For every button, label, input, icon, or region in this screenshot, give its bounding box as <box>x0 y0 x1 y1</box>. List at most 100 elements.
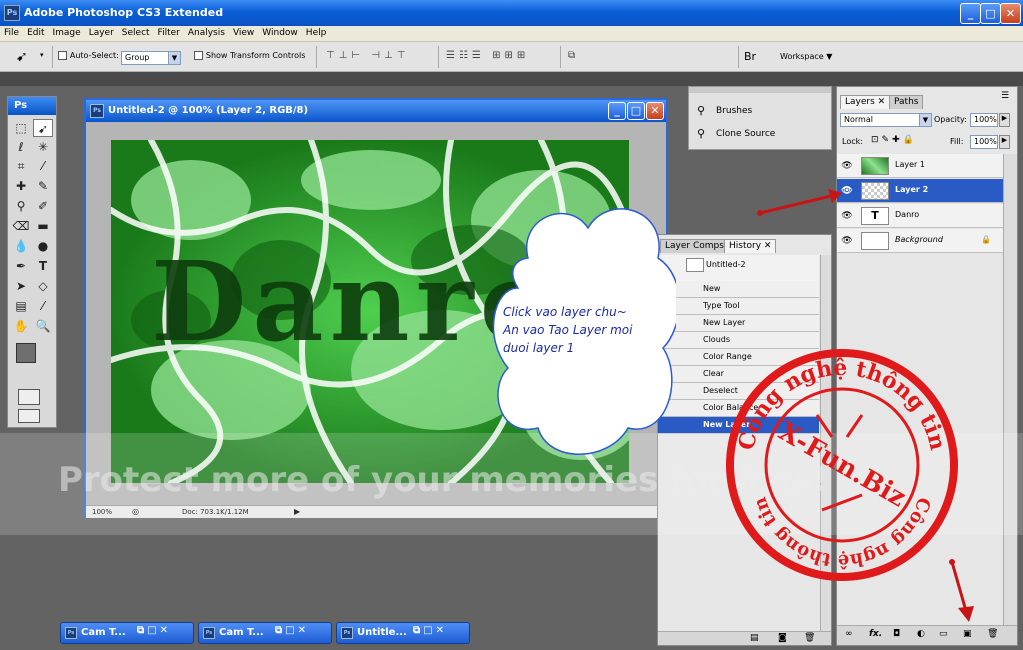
history-brush-icon[interactable]: ✐ <box>33 197 53 215</box>
taskbar-window-controls[interactable]: ⧉□✕ <box>413 625 447 636</box>
taskbar-window-controls[interactable]: ⧉□✕ <box>275 625 309 636</box>
brush-tool-icon[interactable]: ✎ <box>33 177 53 195</box>
lock-icons[interactable]: ⊡✎✚🔒 <box>871 135 917 145</box>
panel-menu-icon[interactable]: ☰ <box>1001 91 1009 101</box>
menu-analysis[interactable]: Analysis <box>184 26 229 38</box>
stamp-logo: Công nghệ thông tin Công nghệ thông tin … <box>726 349 958 581</box>
tab-paths[interactable]: Paths <box>889 95 924 109</box>
move-tool-button-icon[interactable]: ➹ <box>33 119 53 137</box>
type-layer-icon: T <box>861 207 889 225</box>
new-document-icon[interactable]: ▤ <box>750 633 759 643</box>
show-transform-label: Show Transform Controls <box>205 51 306 60</box>
opacity-label: Opacity: <box>934 115 967 124</box>
show-transform-checkbox[interactable] <box>194 51 203 60</box>
menu-view[interactable]: View <box>229 26 258 38</box>
path-selection-icon[interactable]: ➤ <box>11 277 31 295</box>
move-tool-icon[interactable]: ➹ <box>16 49 28 65</box>
layer-row-layer-1[interactable]: 👁 Layer 1 <box>837 154 1003 178</box>
eraser-tool-icon[interactable]: ⌫ <box>11 217 31 235</box>
screen-mode-icon[interactable] <box>18 409 40 423</box>
menu-edit[interactable]: Edit <box>23 26 48 38</box>
tab-history[interactable]: History ✕ <box>724 239 777 253</box>
layer-row-background[interactable]: 👁 Background 🔒 <box>837 229 1003 253</box>
new-layer-icon[interactable]: ▣ <box>963 629 972 639</box>
lasso-tool-icon[interactable]: ℓ <box>11 138 31 156</box>
layer-row-layer-2[interactable]: 👁 Layer 2 <box>837 179 1003 203</box>
menu-window[interactable]: Window <box>258 26 302 38</box>
eyedropper-tool-icon[interactable]: ⁄ <box>33 157 53 175</box>
eye-icon[interactable]: 👁 <box>841 160 853 172</box>
quick-mask-icon[interactable] <box>18 389 40 405</box>
shape-tool-icon[interactable]: ◇ <box>33 277 53 295</box>
menu-filter[interactable]: Filter <box>154 26 184 38</box>
eyedropper2-tool-icon[interactable]: ⁄ <box>33 297 53 315</box>
options-bar: ➹ ▾ Auto-Select: Group ▼ Show Transform … <box>0 42 1023 72</box>
auto-select-dropdown[interactable]: Group ▼ <box>121 51 181 65</box>
type-tool-icon[interactable]: T <box>33 257 53 275</box>
fill-input[interactable]: 100% <box>970 135 998 149</box>
layers-scrollbar[interactable] <box>1003 154 1017 627</box>
distribute-buttons-group[interactable]: ☰☷☰ ⊞⊞⊞ <box>446 50 529 61</box>
menu-select[interactable]: Select <box>118 26 154 38</box>
photoshop-icon: Ps <box>4 5 20 21</box>
brushes-item[interactable]: Brushes <box>716 106 752 116</box>
history-item[interactable]: New <box>658 281 819 298</box>
pen-tool-icon[interactable]: ✒ <box>11 257 31 275</box>
crop-tool-icon[interactable]: ⌗ <box>11 157 31 175</box>
eye-icon[interactable]: 👁 <box>841 235 853 247</box>
history-item[interactable]: Type Tool <box>658 298 819 315</box>
opacity-input[interactable]: 100% <box>970 113 998 127</box>
doc-minimize-button[interactable]: _ <box>608 102 626 120</box>
gradient-tool-icon[interactable]: ▬ <box>33 217 53 235</box>
auto-align-icon[interactable]: ⧉ <box>568 50 575 61</box>
close-button[interactable]: ✕ <box>1000 3 1021 24</box>
taskbar-item-cam-1[interactable]: Ps Cam T... ⧉□✕ <box>60 622 194 644</box>
group-folder-icon[interactable]: ▭ <box>939 629 948 639</box>
tool-preset-dropdown-icon[interactable]: ▾ <box>40 51 44 59</box>
menu-help[interactable]: Help <box>302 26 331 38</box>
tab-layers[interactable]: Layers ✕ <box>840 95 891 109</box>
document-title-bar: Ps Untitled-2 @ 100% (Layer 2, RGB/8) _ … <box>86 100 666 122</box>
healing-brush-icon[interactable]: ✚ <box>11 177 31 195</box>
layer-mask-icon[interactable]: ◘ <box>893 629 900 639</box>
minimize-button[interactable]: _ <box>960 3 981 24</box>
align-buttons-group[interactable]: ⊤⊥⊢ ⊣⊥⊤ <box>326 50 409 61</box>
doc-close-button[interactable]: ✕ <box>646 102 664 120</box>
clone-source-item[interactable]: Clone Source <box>716 129 775 139</box>
adjustment-layer-icon[interactable]: ◐ <box>917 629 925 639</box>
fill-arrow-icon[interactable]: ▶ <box>999 135 1010 149</box>
maximize-button[interactable]: □ <box>980 3 1001 24</box>
delete-layer-icon[interactable]: 🗑 <box>987 629 998 639</box>
magic-wand-tool-icon[interactable]: ✳ <box>33 138 53 156</box>
taskbar-item-untitled[interactable]: Ps Untitle... ⧉□✕ <box>336 622 470 644</box>
hand-tool-icon[interactable]: ✋ <box>11 317 31 335</box>
bridge-icon[interactable]: Br <box>744 50 756 63</box>
history-item[interactable]: New Layer <box>658 315 819 332</box>
layer-row-danro[interactable]: 👁 T Danro <box>837 204 1003 228</box>
menu-file[interactable]: File <box>0 26 23 38</box>
new-snapshot-icon[interactable]: ◙ <box>778 633 787 643</box>
blur-tool-icon[interactable]: 💧 <box>11 237 31 255</box>
zoom-tool-icon[interactable]: 🔍 <box>33 317 53 335</box>
notes-tool-icon[interactable]: ▤ <box>11 297 31 315</box>
foreground-color-swatch[interactable] <box>16 343 36 363</box>
window-title: Adobe Photoshop CS3 Extended <box>24 6 224 19</box>
clone-stamp-icon[interactable]: ⚲ <box>11 197 31 215</box>
menu-layer[interactable]: Layer <box>85 26 118 38</box>
workspace-button[interactable]: Workspace ▼ <box>780 52 832 61</box>
toolbox-title: Ps <box>8 97 56 115</box>
blend-mode-dropdown[interactable]: Normal ▼ <box>840 113 932 127</box>
fx-icon[interactable]: fx. <box>869 629 882 639</box>
link-layers-icon[interactable]: ∞ <box>845 629 853 639</box>
opacity-arrow-icon[interactable]: ▶ <box>999 113 1010 127</box>
doc-maximize-button[interactable]: □ <box>627 102 645 120</box>
toolbox: Ps ⬚ ➹ ℓ ✳ ⌗ ⁄ ✚ ✎ ⚲ ✐ ⌫ ▬ 💧 ● ✒ T ➤ ◇ ▤… <box>7 96 57 428</box>
taskbar-item-cam-2[interactable]: Ps Cam T... ⧉□✕ <box>198 622 332 644</box>
auto-select-checkbox[interactable] <box>58 51 67 60</box>
svg-text:Công nghệ thông tin: Công nghệ thông tin <box>733 355 950 453</box>
trash-icon[interactable]: 🗑 <box>804 633 815 643</box>
dodge-tool-icon[interactable]: ● <box>33 237 53 255</box>
menu-image[interactable]: Image <box>49 26 85 38</box>
taskbar-window-controls[interactable]: ⧉□✕ <box>137 625 171 636</box>
marquee-tool-icon[interactable]: ⬚ <box>11 119 31 137</box>
